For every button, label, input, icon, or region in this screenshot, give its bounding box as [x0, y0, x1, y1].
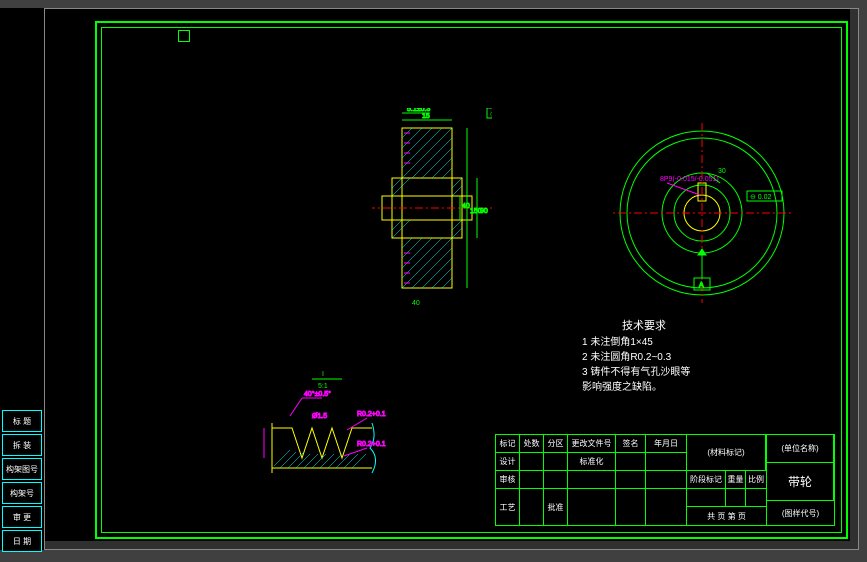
section-view: 15 5.1±0.3 150 90 40 ◎ 0.004 A 40 [372, 108, 492, 308]
tb-hdr: 签名 [616, 435, 646, 452]
svg-text:40°±0.5°: 40°±0.5° [304, 390, 331, 398]
svg-text:40: 40 [462, 203, 470, 210]
drawing-frame-outer: 15 5.1±0.3 150 90 40 ◎ 0.004 A 40 [95, 21, 848, 539]
svg-text:90: 90 [480, 208, 488, 215]
svg-text:R0.2+0.1: R0.2+0.1 [357, 411, 386, 418]
scrollbar-horizontal[interactable] [45, 541, 858, 549]
detail-view: I 5:1 [262, 368, 402, 488]
tb-sheet: 共 页 第 页 [687, 507, 766, 525]
scrollbar-vertical[interactable] [850, 9, 858, 541]
tech-requirements: 技术要求 1 未注倒角1×45 2 未注圆角R0.2~0.3 3 铸件不得有气孔… [582, 318, 690, 395]
side-btn-frame[interactable]: 构架号 [2, 482, 42, 504]
svg-text:Ø1.5: Ø1.5 [312, 413, 327, 420]
drawing-canvas[interactable]: 15 5.1±0.3 150 90 40 ◎ 0.004 A 40 [44, 8, 859, 550]
svg-text:◎ 0.004 A: ◎ 0.004 A [490, 111, 492, 118]
tb-drawing-no: (图样代号) [767, 501, 834, 525]
orientation-mark [178, 30, 190, 42]
tech-req-item: 1 未注倒角1×45 [582, 335, 690, 350]
tb-cell: 工艺 [496, 489, 520, 525]
side-btn-date[interactable]: 日 期 [2, 530, 42, 552]
tb-hdr: 更改文件号 [568, 435, 616, 452]
side-btn-disasm[interactable]: 拆 装 [2, 434, 42, 456]
svg-text:⊖ 0.02: ⊖ 0.02 [750, 194, 772, 201]
tb-part-name: 带轮 [767, 463, 834, 501]
title-block: 标记 处数 分区 更改文件号 签名 年月日 设计 标准化 [495, 434, 835, 526]
svg-text:40: 40 [412, 300, 420, 307]
tb-cell: 审核 [496, 471, 520, 488]
tb-scale: 比例 [746, 471, 766, 488]
tb-weight: 重量 [726, 471, 746, 488]
tb-hdr: 年月日 [646, 435, 686, 452]
side-btn-title[interactable]: 标 题 [2, 410, 42, 432]
svg-text:A: A [699, 282, 704, 289]
svg-text:30: 30 [718, 168, 726, 175]
tb-cell: 批准 [544, 489, 568, 525]
tech-req-title: 技术要求 [622, 318, 690, 335]
svg-text:I: I [322, 371, 324, 378]
svg-text:15: 15 [422, 113, 430, 120]
tb-company: (单位名称) [767, 435, 834, 463]
tb-stage: 阶段标记 [687, 471, 726, 488]
svg-text:R0.2+0.1: R0.2+0.1 [357, 441, 386, 448]
svg-text:5.1±0.3: 5.1±0.3 [407, 108, 430, 113]
tb-hdr: 处数 [520, 435, 544, 452]
svg-text:5:1: 5:1 [318, 383, 328, 390]
tech-req-item: 2 未注圆角R0.2~0.3 [582, 350, 690, 365]
tb-material: (材料标记) [687, 435, 766, 471]
side-btn-frameno[interactable]: 构架图号 [2, 458, 42, 480]
svg-text:8P9(-0.015/-0.051): 8P9(-0.015/-0.051) [660, 176, 719, 183]
side-btn-review[interactable]: 审 更 [2, 506, 42, 528]
side-toolbar: 标 题 拆 装 构架图号 构架号 审 更 日 期 [0, 8, 44, 550]
front-view: 8P9(-0.015/-0.051) 30 ⊖ 0.02 A [612, 123, 792, 303]
tech-req-item: 影响强度之缺陷。 [582, 380, 690, 395]
drawing-frame-inner: 15 5.1±0.3 150 90 40 ◎ 0.004 A 40 [101, 27, 842, 533]
tech-req-item: 3 铸件不得有气孔沙眼等 [582, 365, 690, 380]
tb-hdr: 标记 [496, 435, 520, 452]
tb-cell: 标准化 [568, 453, 616, 470]
tb-cell: 设计 [496, 453, 520, 470]
tb-hdr: 分区 [544, 435, 568, 452]
